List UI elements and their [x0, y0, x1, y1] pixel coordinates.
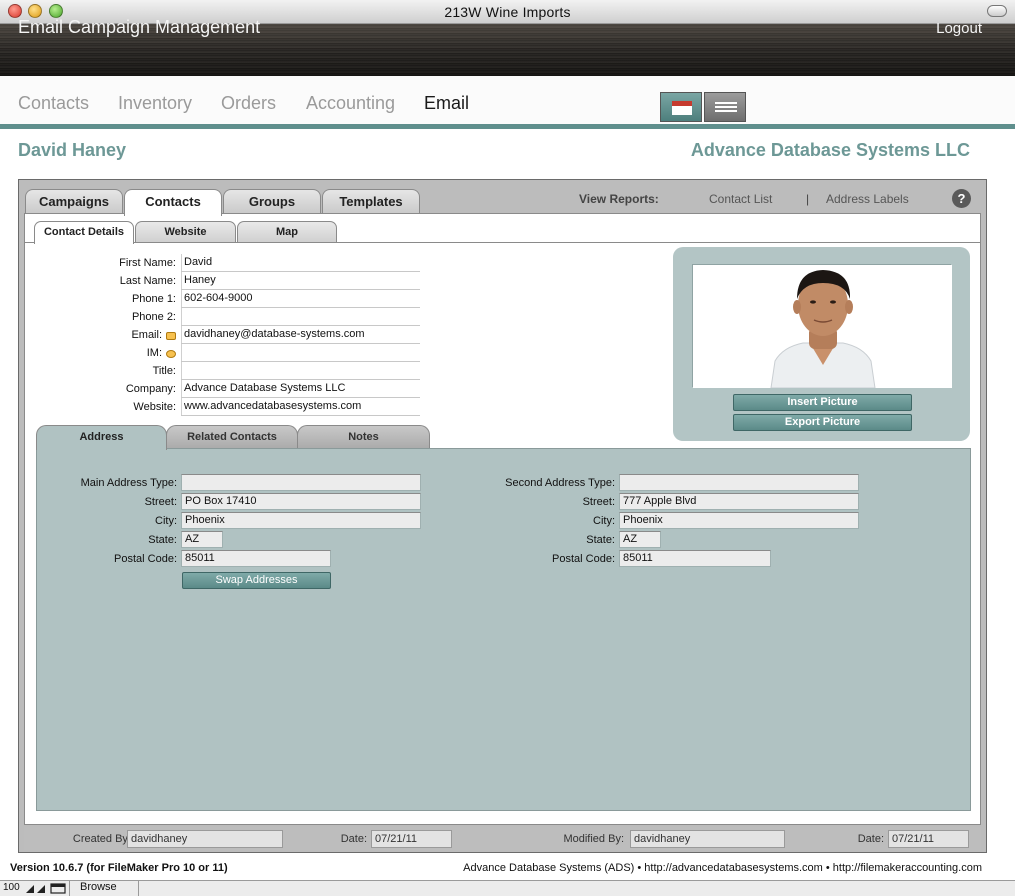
tab-notes[interactable]: Notes: [297, 425, 430, 449]
first-name-field[interactable]: David: [181, 254, 420, 272]
view-mode-switch: [660, 92, 746, 122]
contact-photo: [693, 265, 952, 389]
company-name-heading: Advance Database Systems LLC: [690, 140, 970, 160]
second-city-field[interactable]: Phoenix: [619, 512, 859, 529]
form-view-button[interactable]: [660, 92, 702, 122]
main-state-label: State:: [148, 534, 177, 546]
credits-text: Advance Database Systems (ADS) • http://…: [463, 862, 982, 874]
second-street-field[interactable]: 777 Apple Blvd: [619, 493, 859, 510]
title-field[interactable]: [181, 362, 420, 380]
status-bar: [0, 880, 1015, 896]
main-street-label: Street:: [144, 496, 177, 508]
second-state-label: State:: [586, 534, 615, 546]
company-field[interactable]: Advance Database Systems LLC: [181, 380, 420, 398]
phone1-label: Phone 1:: [131, 293, 176, 305]
form-view-icon: [672, 101, 692, 115]
tab-groups[interactable]: Groups: [223, 189, 321, 215]
main-city-field[interactable]: Phoenix: [181, 512, 421, 529]
nav-item-contacts[interactable]: Contacts: [18, 93, 89, 114]
nav-item-orders[interactable]: Orders: [221, 93, 276, 114]
nav-item-email[interactable]: Email: [424, 93, 469, 114]
title-label: Title:: [152, 365, 176, 377]
contact-photo-container[interactable]: [692, 264, 952, 389]
phone2-label: Phone 2:: [131, 311, 176, 323]
main-postal-code-label: Postal Code:: [114, 553, 177, 565]
last-name-label: Last Name:: [119, 275, 176, 287]
first-name-label: First Name:: [119, 257, 176, 269]
toolbar-toggle-icon[interactable]: [987, 5, 1007, 17]
main-postal-code-field[interactable]: 85011: [181, 550, 331, 567]
im-chat-icon[interactable]: [166, 350, 176, 358]
report-separator: |: [806, 192, 810, 206]
main-nav: Contacts Inventory Orders Accounting Ema…: [0, 76, 1015, 124]
nav-item-accounting[interactable]: Accounting: [306, 93, 395, 114]
tab-campaigns[interactable]: Campaigns: [25, 189, 123, 215]
modified-date-field: 07/21/11: [888, 830, 969, 848]
tab-contacts[interactable]: Contacts: [124, 189, 222, 216]
view-reports-label: View Reports:: [579, 192, 659, 206]
modified-by-label: Modified By:: [563, 833, 624, 845]
version-text: Version 10.6.7 (for FileMaker Pro 10 or …: [10, 862, 228, 874]
second-city-label: City:: [593, 515, 615, 527]
company-label: Company:: [125, 383, 176, 395]
status-toggle-icons[interactable]: [25, 883, 67, 894]
contact-name-heading: David Haney: [18, 140, 127, 160]
second-address-type-label: Second Address Type:: [505, 477, 615, 489]
tab-address[interactable]: Address: [36, 425, 167, 450]
contact-details-form: First Name: David Last Name: Haney Phone…: [0, 254, 430, 419]
list-view-button[interactable]: [704, 92, 746, 122]
phone2-field[interactable]: [181, 308, 420, 326]
nav-item-inventory[interactable]: Inventory: [118, 93, 192, 114]
second-postal-code-field[interactable]: 85011: [619, 550, 771, 567]
second-state-field[interactable]: AZ: [619, 531, 661, 548]
app-title: Email Campaign Management: [18, 17, 261, 37]
subtab-website[interactable]: Website: [135, 221, 236, 243]
modified-by-field: davidhaney: [630, 830, 785, 848]
mode-indicator[interactable]: Browse: [69, 880, 139, 896]
second-address-type-field[interactable]: [619, 474, 859, 491]
tab-templates[interactable]: Templates: [322, 189, 420, 215]
second-street-label: Street:: [582, 496, 615, 508]
logout-link[interactable]: Logout: [936, 20, 982, 37]
created-by-field: davidhaney: [127, 830, 283, 848]
email-send-icon[interactable]: [166, 332, 176, 340]
zoom-level[interactable]: 100: [3, 882, 20, 893]
subtab-divider: [25, 242, 980, 243]
main-address-type-label: Main Address Type:: [80, 477, 177, 489]
export-picture-button[interactable]: Export Picture: [733, 414, 912, 431]
im-label: IM:: [146, 347, 162, 359]
website-label: Website:: [133, 401, 176, 413]
second-postal-code-label: Postal Code:: [552, 553, 615, 565]
created-date-field: 07/21/11: [371, 830, 452, 848]
main-street-field[interactable]: PO Box 17410: [181, 493, 421, 510]
help-icon[interactable]: ?: [952, 189, 971, 208]
insert-picture-button[interactable]: Insert Picture: [733, 394, 912, 411]
main-state-field[interactable]: AZ: [181, 531, 223, 548]
list-view-icon: [715, 102, 737, 114]
subtab-contact-details[interactable]: Contact Details: [34, 221, 134, 244]
main-city-label: City:: [155, 515, 177, 527]
email-label: Email:: [131, 329, 162, 341]
tab-related-contacts[interactable]: Related Contacts: [166, 425, 298, 449]
created-date-label: Date:: [340, 833, 367, 845]
address-labels-report-link[interactable]: Address Labels: [826, 192, 909, 206]
phone1-field[interactable]: 602-604-9000: [181, 290, 420, 308]
main-address-type-field[interactable]: [181, 474, 421, 491]
last-name-field[interactable]: Haney: [181, 272, 420, 290]
modified-date-label: Date:: [857, 833, 884, 845]
subtab-map[interactable]: Map: [237, 221, 337, 243]
created-by-label: Created By:: [72, 833, 131, 845]
website-field[interactable]: www.advancedatabasesystems.com: [181, 398, 420, 416]
swap-addresses-button[interactable]: Swap Addresses: [182, 572, 331, 589]
im-field[interactable]: [181, 344, 420, 362]
contact-list-report-link[interactable]: Contact List: [709, 192, 772, 206]
nav-divider: [0, 124, 1015, 129]
email-field[interactable]: davidhaney@database-systems.com: [181, 326, 420, 344]
